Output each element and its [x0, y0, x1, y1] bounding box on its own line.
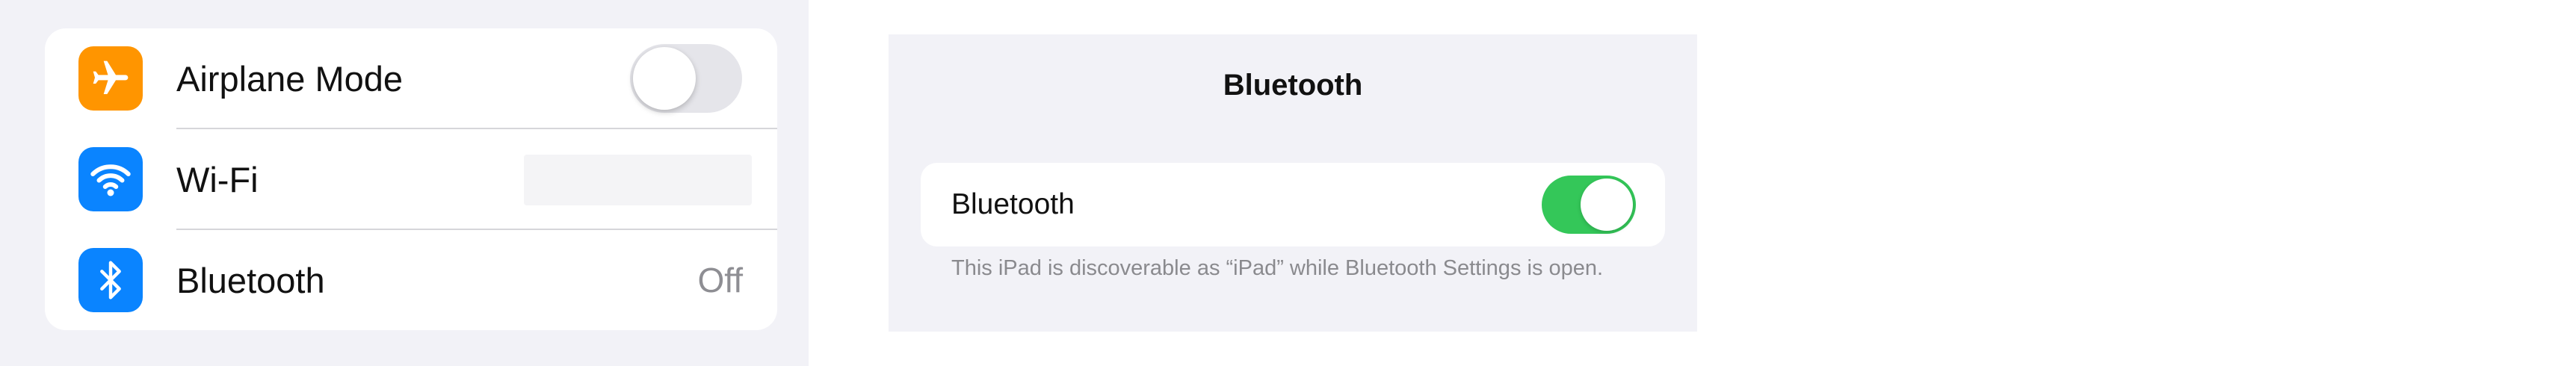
airplane-mode-label: Airplane Mode	[176, 59, 404, 99]
page-title: Bluetooth	[1223, 69, 1363, 102]
wifi-label: Wi-Fi	[176, 160, 259, 199]
connectivity-group: Airplane Mode Wi-Fi Bluetooth Off	[45, 28, 777, 330]
settings-list-panel: Airplane Mode Wi-Fi Bluetooth Off	[0, 0, 809, 366]
airplane-icon	[78, 46, 143, 111]
bluetooth-toggle[interactable]	[1542, 176, 1636, 234]
bluetooth-toggle-label: Bluetooth	[951, 188, 1075, 220]
toggle-knob	[633, 47, 696, 110]
bluetooth-toggle-row[interactable]: Bluetooth	[921, 163, 1665, 246]
bluetooth-row[interactable]: Bluetooth Off	[45, 230, 777, 330]
bluetooth-icon	[78, 248, 143, 312]
wifi-network-value	[524, 155, 752, 205]
screen: Airplane Mode Wi-Fi Bluetooth Off Blueto…	[0, 0, 2576, 366]
toggle-knob	[1581, 179, 1633, 231]
wifi-row[interactable]: Wi-Fi	[45, 129, 777, 230]
bluetooth-status-value: Off	[697, 261, 743, 300]
airplane-mode-row[interactable]: Airplane Mode	[45, 28, 777, 129]
wifi-icon	[78, 147, 143, 211]
bluetooth-detail-panel: Bluetooth Bluetooth This iPad is discove…	[889, 34, 1697, 332]
bluetooth-label: Bluetooth	[176, 261, 325, 300]
airplane-mode-toggle[interactable]	[630, 44, 742, 113]
discoverable-footnote: This iPad is discoverable as “iPad” whil…	[951, 256, 1604, 280]
